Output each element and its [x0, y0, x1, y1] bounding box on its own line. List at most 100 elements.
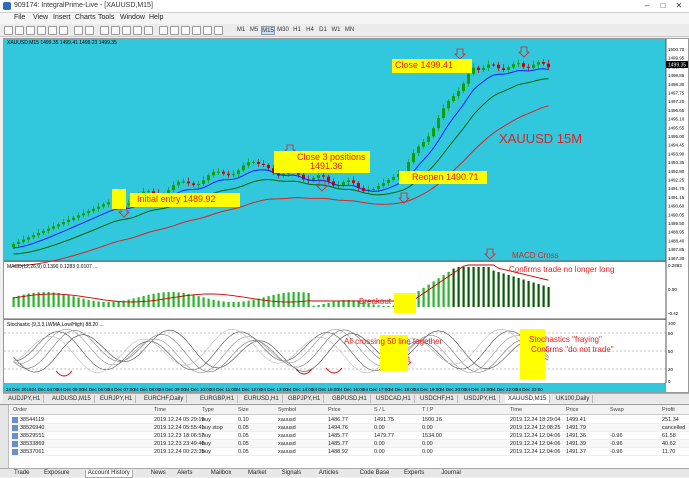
table-row[interactable]: 38544119 2019.12.24 05:29:19 buy 0.10 xauusd…	[10, 416, 689, 424]
new-chart-icon[interactable]	[4, 26, 13, 35]
terminal-sidebar[interactable]	[0, 405, 9, 469]
menu-window[interactable]: Window	[120, 14, 145, 21]
terminal-icon[interactable]	[59, 26, 68, 35]
text-tool-icon[interactable]	[214, 26, 223, 35]
terminal-tab-news[interactable]: News	[151, 470, 166, 477]
timeframe-m5[interactable]: M5	[248, 26, 260, 35]
col-swap[interactable]: Swap	[610, 407, 624, 413]
chart-tab-eurgbp-h1[interactable]: EURGBP,H1	[197, 395, 238, 403]
bar-chart-icon[interactable]	[100, 26, 109, 35]
minimize-button[interactable]: –	[640, 1, 654, 11]
cell-type: buy	[202, 449, 211, 455]
chart-tab-usdcad-h1[interactable]: USDCAD,H1	[373, 395, 415, 403]
candlestick-icon[interactable]	[111, 26, 120, 35]
line-chart-icon[interactable]	[122, 26, 131, 35]
app-icon	[3, 2, 11, 10]
cell-order: 38544119	[20, 417, 45, 423]
zoom-in-icon[interactable]	[133, 26, 142, 35]
crosshair-icon[interactable]	[170, 26, 179, 35]
col-open-time[interactable]: Time	[154, 407, 166, 413]
chart-tab-uk100-daily[interactable]: UK100,Daily	[553, 395, 594, 403]
macd-bar	[452, 268, 455, 307]
macd-bar	[387, 305, 390, 307]
current-price-label: 1499.35	[668, 63, 686, 69]
zoom-out-icon[interactable]	[144, 26, 153, 35]
price-tick-label: 1499.95	[668, 56, 685, 61]
timeframe-mn[interactable]: MN	[343, 26, 356, 35]
table-row[interactable]: 38526940 2019.12.24 05:55:41 buy stop 0.05 x…	[10, 424, 689, 432]
menu-view[interactable]: View	[33, 14, 48, 21]
timeframe-m30[interactable]: M30	[276, 26, 290, 35]
price-tick-label: 1488.40	[668, 238, 685, 243]
autotrading-icon[interactable]	[85, 26, 94, 35]
menu-insert[interactable]: Insert	[53, 14, 71, 21]
market-watch-icon[interactable]	[26, 26, 35, 35]
timeframe-m1[interactable]: M1	[235, 26, 247, 35]
chart-tab-gbpusd-h1[interactable]: GBPUSD,H1	[329, 395, 371, 403]
menu-charts[interactable]: Charts	[75, 14, 96, 21]
chart-tab-eurchf-daily[interactable]: EURCHF,Daily	[141, 395, 188, 403]
terminal-tab-articles[interactable]: Articles	[319, 470, 339, 477]
maximize-button[interactable]: □	[656, 1, 670, 11]
col-type[interactable]: Type	[202, 407, 214, 413]
cell-symbol: xauusd	[278, 433, 296, 439]
col-size[interactable]: Size	[238, 407, 249, 413]
terminal-tab-journal[interactable]: Journal	[441, 470, 461, 477]
title-bar: 909174: IntegralPrime-Live - [XAUUSD,M15…	[0, 0, 689, 13]
terminal-tab-market[interactable]: Market	[248, 470, 266, 477]
timeframe-h4[interactable]: H4	[304, 26, 316, 35]
timeframe-m15[interactable]: M15	[261, 26, 275, 35]
table-row[interactable]: 38537061 2019.12.24 00:23:35 buy 0.05 xauusd…	[10, 448, 689, 456]
col-sl[interactable]: S / L	[374, 407, 385, 413]
candle-body	[422, 141, 425, 147]
chart-tab-eurjpy-h1[interactable]: EURJPY,H1	[97, 395, 137, 403]
chart-tab-gbpjpy-h1[interactable]: GBPJPY,H1	[285, 395, 325, 403]
chart-tab-xauusd-m15[interactable]: XAUUSD,M15	[505, 395, 551, 403]
timeframe-w1[interactable]: W1	[330, 26, 342, 35]
timeframe-h1[interactable]: H1	[291, 26, 303, 35]
menu-tools[interactable]: Tools	[98, 14, 114, 21]
profiles-icon[interactable]	[15, 26, 24, 35]
close-button[interactable]: ✕	[672, 1, 686, 11]
cell-order: 38526940	[20, 425, 45, 431]
terminal-tab-signals[interactable]: Signals	[282, 470, 302, 477]
terminal-tab-exposure[interactable]: Exposure	[44, 470, 69, 477]
chart-tab-audjpy-h1[interactable]: AUDJPY,H1	[5, 395, 45, 403]
menu-help[interactable]: Help	[149, 14, 163, 21]
col-profit[interactable]: Profit	[662, 407, 675, 413]
macd-bar	[512, 276, 515, 307]
col-close-time[interactable]: Time	[510, 407, 522, 413]
col-symbol[interactable]: Symbol	[278, 407, 296, 413]
terminal-tab-alerts[interactable]: Alerts	[177, 470, 192, 477]
col-tp[interactable]: T / P	[422, 407, 434, 413]
terminal-tab-mailbox[interactable]: Mailbox	[211, 470, 232, 477]
new-order-icon[interactable]	[74, 26, 83, 35]
vertical-line-icon[interactable]	[181, 26, 190, 35]
terminal-tab-experts[interactable]: Experts	[404, 470, 424, 477]
horizontal-line-icon[interactable]	[192, 26, 201, 35]
chart-tab-audusd-m15[interactable]: AUDUSD,M15	[49, 395, 95, 403]
terminal-tab-trade[interactable]: Trade	[14, 470, 29, 477]
col-order[interactable]: Order	[13, 407, 27, 413]
table-row[interactable]: 38533869 2019.12.23 23:49:46 buy 0.05 xauusd…	[10, 440, 689, 448]
candle-body	[187, 181, 190, 184]
data-window-icon[interactable]	[37, 26, 46, 35]
chart-window[interactable]: 1500.701499.951499.401498.851498.301497.…	[3, 38, 689, 393]
macd-bar	[482, 267, 485, 307]
col-close-price[interactable]: Price	[566, 407, 579, 413]
chart-tab-usdjpy-h1[interactable]: USDJPY,H1	[461, 395, 501, 403]
trendline-icon[interactable]	[203, 26, 212, 35]
cursor-icon[interactable]	[159, 26, 168, 35]
cell-open-time: 2019.12.24 05:55:41	[154, 425, 205, 431]
candle-body	[82, 213, 85, 216]
col-open-price[interactable]: Price	[328, 407, 341, 413]
table-row[interactable]: 38529551 2019.12.23 18:06:57 buy 0.05 xauusd…	[10, 432, 689, 440]
menu-file[interactable]: File	[14, 14, 25, 21]
terminal-tab-code-base[interactable]: Code Base	[360, 470, 390, 477]
price-tick-label: 1490.60	[668, 204, 685, 209]
navigator-icon[interactable]	[48, 26, 57, 35]
timeframe-d1[interactable]: D1	[317, 26, 329, 35]
cell-close-time: 2019.12.24 12:04:06	[510, 441, 561, 447]
chart-tab-eurusd-h1[interactable]: EURUSD,H1	[241, 395, 283, 403]
chart-tab-usdchf-h1[interactable]: USDCHF,H1	[417, 395, 458, 403]
